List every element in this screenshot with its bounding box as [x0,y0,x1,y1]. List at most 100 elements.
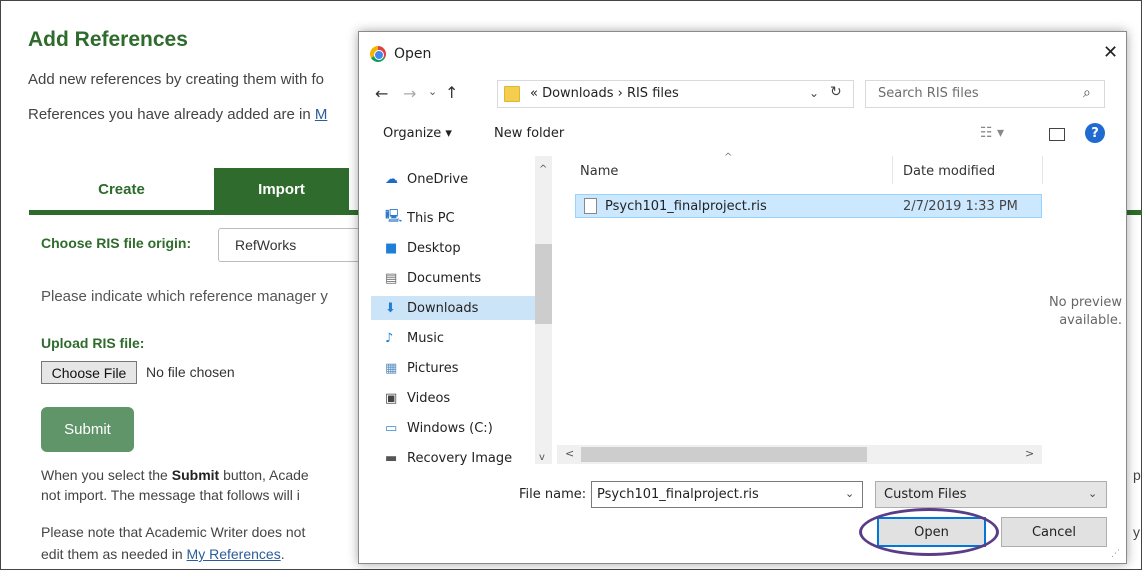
tab-create[interactable]: Create [29,169,214,209]
intro-text-2-body: References you have already added are in [28,106,315,123]
change-view-icon[interactable]: ☷ ▾ [980,125,1004,141]
drive-icon-2: ▬ [385,450,398,466]
search-icon[interactable]: ⌕ [1083,85,1091,101]
file-type-value: Custom Files [884,487,967,502]
sidebar-item-videos[interactable]: ▣ Videos [385,386,450,410]
note-text: Please note that Academic Writer does no… [41,524,306,540]
edit-text: edit them as needed in My References. [41,546,285,562]
indicate-text: Please indicate which reference manager … [41,288,328,305]
sidebar-item-recovery-image[interactable]: ▬ Recovery Image [385,446,512,470]
sidebar-item-documents[interactable]: ▤ Documents [385,266,481,290]
search-placeholder: Search RIS files [878,86,979,101]
cut-text-fragment-2: y [1133,524,1140,540]
preview-pane: No preview available. [1042,294,1122,330]
scroll-right-icon[interactable]: > [1025,447,1034,460]
file-row[interactable]: Psych101_finalproject.ris 2/7/2019 1:33 … [575,194,1042,218]
column-header-name[interactable]: Name [580,164,618,179]
sidebar-item-label: This PC [407,210,455,226]
file-name-value: Psych101_finalproject.ris [597,487,759,502]
organize-button[interactable]: Organize ▾ [383,126,452,141]
file-icon [584,198,597,214]
sidebar-item-downloads[interactable]: ⬇ Downloads [371,296,535,320]
horizontal-scrollbar-thumb[interactable] [581,447,867,462]
column-divider-2[interactable] [1042,156,1043,184]
ris-origin-label: Choose RIS file origin: [41,235,192,251]
chevron-down-icon[interactable]: ⌄ [809,86,819,100]
sidebar-item-label: Recovery Image [407,450,513,466]
not-import-text: not import. The message that follows wil… [41,487,300,503]
sort-arrow-icon: ^ [724,152,733,163]
choose-file-button[interactable]: Choose File [41,361,137,384]
sidebar-item-onedrive[interactable]: ☁ OneDrive [385,167,468,191]
scroll-down-icon[interactable]: v [539,452,545,463]
sidebar-item-label: Downloads [407,300,479,316]
tab-import[interactable]: Import [214,168,349,210]
file-date: 2/7/2019 1:33 PM [903,199,1018,214]
close-icon[interactable]: ✕ [1103,42,1118,63]
up-arrow-icon[interactable]: ↑ [445,83,458,102]
tab-underline [29,210,359,215]
submit-explanation-pre: When you select the [41,467,172,483]
sidebar-item-label: Videos [407,390,451,406]
submit-explanation: When you select the Submit button, Acade [41,467,309,483]
computer-icon: 🖳 [385,209,403,224]
no-file-chosen-text: No file chosen [146,364,235,380]
file-type-select[interactable]: Custom Files ⌄ [875,481,1107,508]
sidebar-item-label: Music [407,330,444,346]
submit-button[interactable]: Submit [41,407,134,452]
music-icon: ♪ [385,330,394,346]
back-arrow-icon[interactable]: ← [375,84,388,103]
column-divider[interactable] [892,156,893,184]
forward-arrow-icon[interactable]: → [403,84,416,103]
sidebar-item-label: OneDrive [407,171,469,187]
search-input[interactable]: Search RIS files ⌕ [865,80,1105,108]
refresh-icon[interactable]: ↻ [830,84,842,100]
preview-pane-icon[interactable] [1049,128,1065,141]
column-header-date-modified[interactable]: Date modified [903,164,995,179]
navigation-pane: ^ v ☁ OneDrive 🖳 This PC ■ Desktop ▤ Doc… [371,156,557,466]
chevron-down-icon[interactable]: ⌄ [845,487,854,500]
videos-icon: ▣ [385,390,398,406]
sidebar-item-label: Documents [407,270,482,286]
sidebar-item-music[interactable]: ♪ Music [385,326,444,350]
sidebar-item-this-pc[interactable]: 🖳 This PC [385,206,455,230]
edit-text-post: . [280,546,285,562]
highlight-circle [859,508,999,556]
folder-icon [504,86,520,102]
intro-text: Add new references by creating them with… [28,71,324,88]
preview-text-2: available. [1059,313,1122,328]
my-references-link-2[interactable]: My References [187,546,281,562]
intro-text-2: References you have already added are in… [28,106,327,123]
file-name-input[interactable]: Psych101_finalproject.ris ⌄ [591,481,863,508]
upload-ris-label: Upload RIS file: [41,335,145,351]
submit-explanation-post: button, Acade [219,467,309,483]
recent-locations-chevron-icon[interactable]: ⌄ [428,85,437,98]
chevron-down-icon[interactable]: ⌄ [1088,487,1097,500]
dialog-title: Open [394,46,432,62]
resize-grip-icon[interactable]: ⋰ [1111,549,1120,559]
preview-text: No preview [1048,295,1122,310]
sidebar-item-pictures[interactable]: ▦ Pictures [385,356,458,380]
scroll-up-icon[interactable]: ^ [539,164,547,175]
address-bar[interactable]: « Downloads › RIS files ⌄ ↻ [497,80,854,108]
my-references-link[interactable]: M [315,106,328,123]
cancel-button[interactable]: Cancel [1001,517,1107,547]
submit-explanation-bold: Submit [171,467,220,483]
file-name: Psych101_finalproject.ris [605,199,767,214]
help-icon[interactable]: ? [1085,123,1105,143]
nav-scrollbar-thumb[interactable] [535,244,552,324]
sidebar-item-desktop[interactable]: ■ Desktop [385,236,461,260]
sidebar-item-label: Desktop [407,240,461,256]
dialog-titlebar[interactable]: Open ✕ [359,32,1126,74]
drive-icon: ▭ [385,420,398,436]
breadcrumb[interactable]: « Downloads › RIS files [530,86,679,101]
new-folder-button[interactable]: New folder [494,126,564,141]
ris-origin-select[interactable]: RefWorks [218,228,363,262]
cut-text-fragment: p [1133,467,1141,483]
sidebar-item-windows-c[interactable]: ▭ Windows (C:) [385,416,493,440]
scroll-left-icon[interactable]: < [565,447,574,460]
edit-text-pre: edit them as needed in [41,546,187,562]
cloud-icon: ☁ [385,171,398,187]
documents-icon: ▤ [385,270,398,286]
horizontal-scrollbar[interactable]: < > [557,445,1042,464]
